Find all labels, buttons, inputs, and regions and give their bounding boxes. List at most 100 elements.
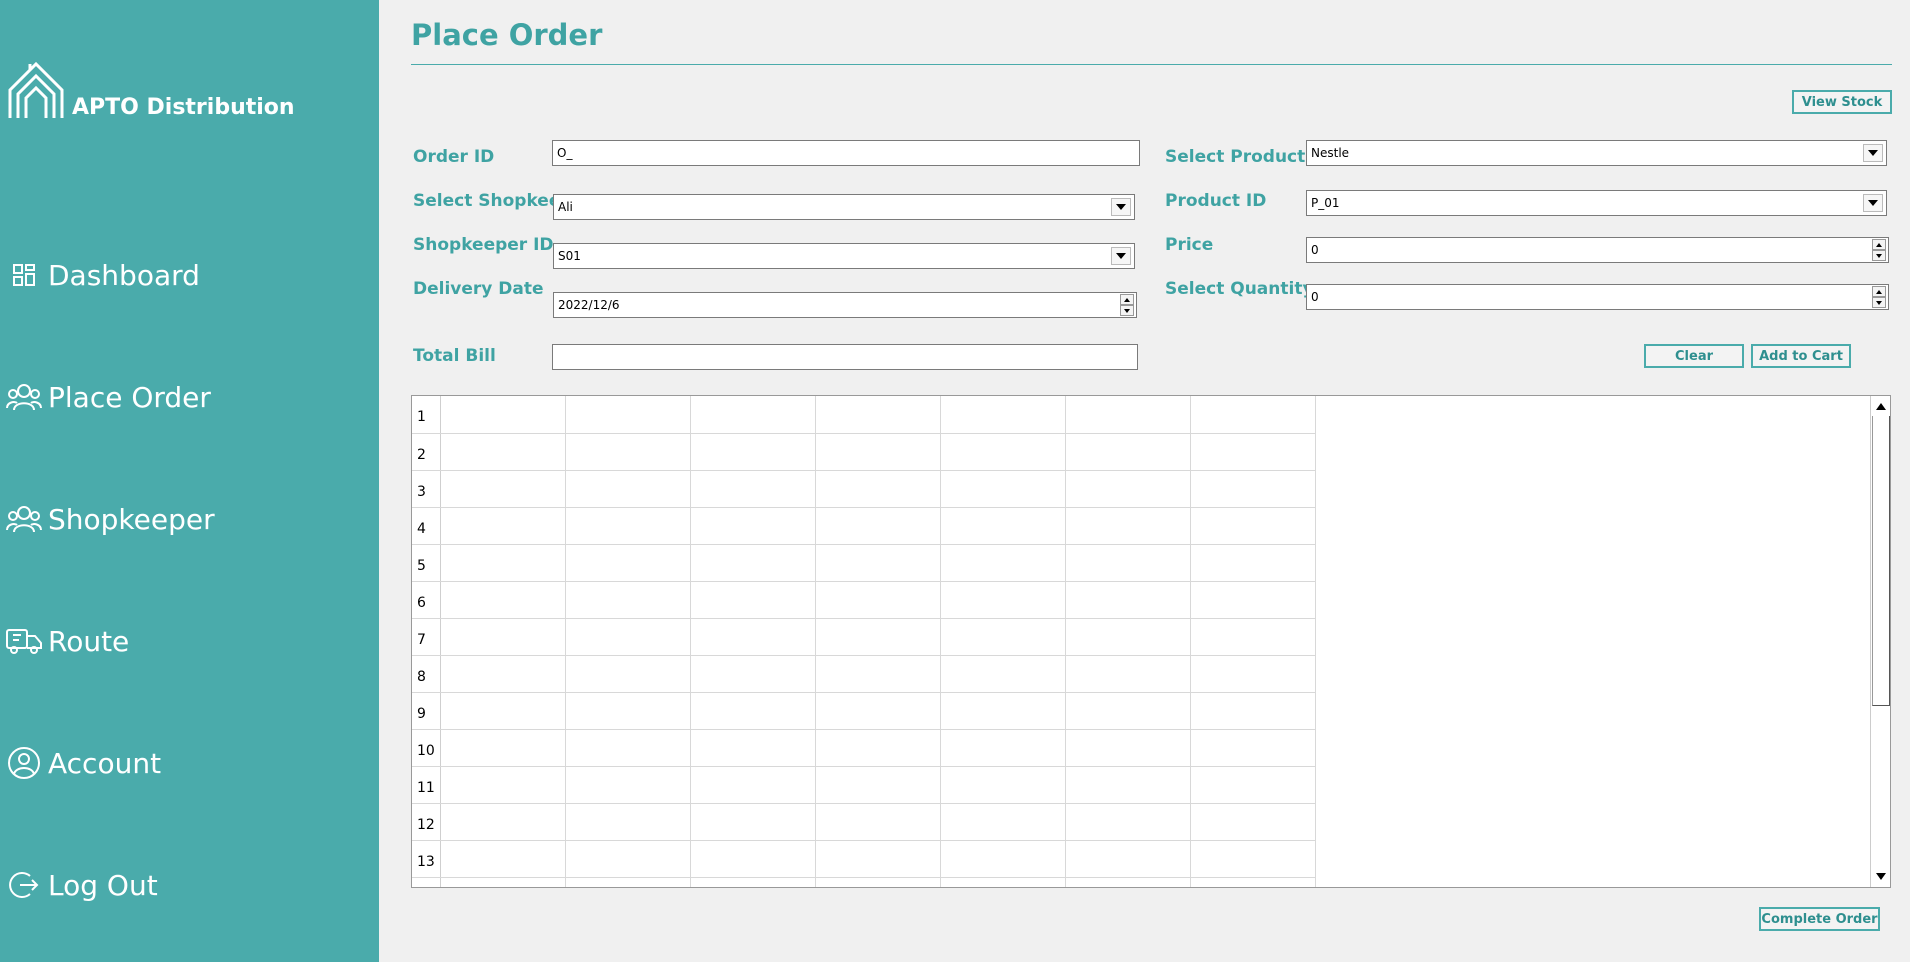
- table-cell[interactable]: [690, 766, 816, 804]
- table-cell[interactable]: [1190, 692, 1316, 730]
- table-cell[interactable]: [815, 655, 941, 693]
- price-spinner[interactable]: [1872, 239, 1886, 261]
- table-cell[interactable]: [1065, 692, 1191, 730]
- table-cell[interactable]: [440, 396, 566, 434]
- order-id-input[interactable]: O_: [552, 140, 1140, 166]
- table-cell[interactable]: [815, 433, 941, 471]
- table-cell[interactable]: [440, 507, 566, 545]
- table-row[interactable]: 7: [412, 618, 1316, 656]
- price-input[interactable]: 0: [1306, 237, 1889, 263]
- table-cell[interactable]: [940, 729, 1066, 767]
- table-cell[interactable]: [940, 840, 1066, 878]
- table-row[interactable]: 6: [412, 581, 1316, 619]
- sidebar-item-dashboard[interactable]: Dashboard: [4, 250, 200, 300]
- table-cell[interactable]: [1190, 544, 1316, 582]
- table-cell[interactable]: [440, 655, 566, 693]
- table-cell[interactable]: [565, 655, 691, 693]
- table-cell[interactable]: [940, 470, 1066, 508]
- select-quantity-input[interactable]: 0: [1306, 284, 1889, 310]
- sidebar-item-account[interactable]: Account: [4, 738, 161, 788]
- table-cell[interactable]: [1065, 433, 1191, 471]
- sidebar-item-shopkeeper[interactable]: Shopkeeper: [4, 494, 215, 544]
- table-cell[interactable]: [565, 877, 691, 887]
- table-cell[interactable]: [690, 840, 816, 878]
- table-row[interactable]: 10: [412, 729, 1316, 767]
- table-cell[interactable]: [440, 692, 566, 730]
- table-cell[interactable]: [690, 507, 816, 545]
- table-cell[interactable]: [1065, 655, 1191, 693]
- chevron-down-icon[interactable]: [1863, 144, 1883, 162]
- table-cell[interactable]: [565, 803, 691, 841]
- table-row[interactable]: 9: [412, 692, 1316, 730]
- clear-button[interactable]: Clear: [1644, 344, 1744, 368]
- table-cell[interactable]: [940, 581, 1066, 619]
- table-cell[interactable]: [815, 840, 941, 878]
- table-cell[interactable]: [940, 544, 1066, 582]
- table-cell[interactable]: [940, 433, 1066, 471]
- table-cell[interactable]: [1190, 840, 1316, 878]
- table-cell[interactable]: [1065, 396, 1191, 434]
- table-cell[interactable]: [940, 655, 1066, 693]
- table-cell[interactable]: [440, 840, 566, 878]
- table-cell[interactable]: [690, 618, 816, 656]
- table-cell[interactable]: [690, 655, 816, 693]
- table-cell[interactable]: [1065, 470, 1191, 508]
- table-cell[interactable]: [1190, 655, 1316, 693]
- spin-down-icon[interactable]: [1872, 250, 1886, 261]
- view-stock-button[interactable]: View Stock: [1792, 90, 1892, 114]
- table-cell[interactable]: [940, 396, 1066, 434]
- table-cell[interactable]: [440, 877, 566, 887]
- chevron-down-icon[interactable]: [1111, 247, 1131, 265]
- table-cell[interactable]: [1190, 470, 1316, 508]
- table-cell[interactable]: [940, 618, 1066, 656]
- table-cell[interactable]: [565, 766, 691, 804]
- quantity-spinner[interactable]: [1872, 286, 1886, 308]
- scroll-up-icon[interactable]: [1876, 403, 1886, 410]
- table-cell[interactable]: [440, 729, 566, 767]
- table-cell[interactable]: [815, 396, 941, 434]
- shopkeeper-id-dropdown[interactable]: S01: [553, 243, 1135, 269]
- table-cell[interactable]: [565, 396, 691, 434]
- spin-down-icon[interactable]: [1120, 305, 1134, 316]
- table-row[interactable]: 12: [412, 803, 1316, 841]
- sidebar-item-log-out[interactable]: Log Out: [4, 860, 158, 910]
- table-cell[interactable]: [815, 803, 941, 841]
- table-cell[interactable]: [690, 877, 816, 887]
- scroll-down-icon[interactable]: [1876, 873, 1886, 880]
- table-cell[interactable]: [815, 877, 941, 887]
- product-id-dropdown[interactable]: P_01: [1306, 190, 1887, 216]
- table-row[interactable]: 13: [412, 840, 1316, 878]
- table-cell[interactable]: [690, 581, 816, 619]
- table-cell[interactable]: [1065, 877, 1191, 887]
- table-cell[interactable]: [1190, 729, 1316, 767]
- table-cell[interactable]: [1190, 877, 1316, 887]
- total-bill-input[interactable]: [552, 344, 1138, 370]
- table-cell[interactable]: [815, 470, 941, 508]
- table-cell[interactable]: [440, 803, 566, 841]
- add-to-cart-button[interactable]: Add to Cart: [1751, 344, 1851, 368]
- table-cell[interactable]: [1065, 581, 1191, 619]
- table-cell[interactable]: [815, 692, 941, 730]
- table-cell[interactable]: [565, 692, 691, 730]
- table-cell[interactable]: [565, 544, 691, 582]
- table-cell[interactable]: [440, 433, 566, 471]
- table-row[interactable]: [412, 877, 1316, 887]
- table-cell[interactable]: [690, 396, 816, 434]
- table-row[interactable]: 3: [412, 470, 1316, 508]
- table-cell[interactable]: [565, 507, 691, 545]
- select-shopkee-dropdown[interactable]: Ali: [553, 194, 1135, 220]
- table-cell[interactable]: [690, 433, 816, 471]
- table-cell[interactable]: [1190, 581, 1316, 619]
- table-cell[interactable]: [690, 544, 816, 582]
- table-cell[interactable]: [940, 803, 1066, 841]
- table-cell[interactable]: [1190, 803, 1316, 841]
- cart-table[interactable]: 1 2 3 4 5 6 7 8 9 10 11 12 13: [411, 395, 1891, 888]
- table-cell[interactable]: [565, 840, 691, 878]
- table-cell[interactable]: [940, 877, 1066, 887]
- table-cell[interactable]: [1190, 766, 1316, 804]
- table-cell[interactable]: [690, 470, 816, 508]
- table-cell[interactable]: [1065, 803, 1191, 841]
- table-cell[interactable]: [1065, 618, 1191, 656]
- spin-down-icon[interactable]: [1872, 297, 1886, 308]
- table-cell[interactable]: [1065, 729, 1191, 767]
